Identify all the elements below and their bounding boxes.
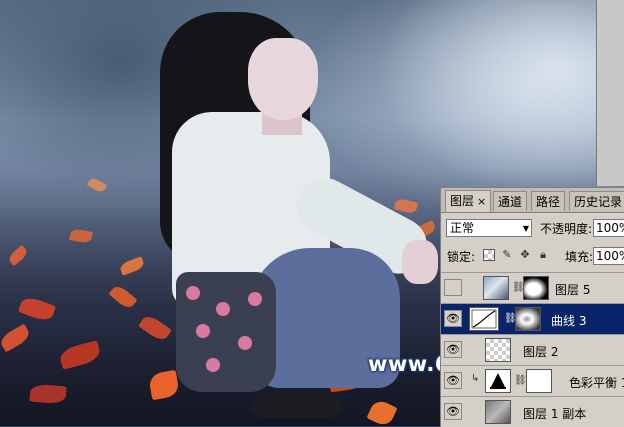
blend-mode-select[interactable]: 正常 ▼ xyxy=(446,219,532,237)
layer-name: 图层 1 副本 xyxy=(523,407,587,421)
layer-row[interactable]: 👁︎ ⛓ 曲线 3 xyxy=(441,303,624,334)
layer-thumbnail xyxy=(483,276,509,300)
window-edge xyxy=(596,0,624,186)
layer-name: 图层 5 xyxy=(555,283,591,297)
layer-thumbnail xyxy=(485,338,511,362)
layer-name: 曲线 3 xyxy=(551,314,587,328)
tab-history-label: 历史记录 xyxy=(574,195,623,209)
eye-icon[interactable]: 👁︎ xyxy=(444,372,462,389)
skirt-flower xyxy=(206,358,220,372)
eye-icon[interactable]: 👁︎ xyxy=(444,310,462,327)
tab-layers-label: 图层 xyxy=(450,194,475,208)
layer-row[interactable]: 👁︎ 图层 1 副本 xyxy=(441,396,624,427)
opacity-field[interactable]: 100% xyxy=(593,219,624,237)
layer-thumbnail xyxy=(485,400,511,424)
blend-mode-value: 正常 xyxy=(450,221,475,235)
tab-channels[interactable]: 通道 xyxy=(493,191,528,211)
layers-panel: 图层× 通道 路径 历史记录 正常 ▼ 不透明度: 100% 锁定: ✎ ✥ 🔒… xyxy=(440,187,624,427)
tab-paths-label: 路径 xyxy=(536,195,561,209)
curves-graph-icon xyxy=(471,309,497,329)
skirt-flower xyxy=(238,336,252,350)
padlock-icon[interactable]: 🔒︎ xyxy=(537,249,549,261)
layer-row[interactable]: ⛓ 图层 5 xyxy=(441,272,624,303)
checker-lock-icon[interactable] xyxy=(483,249,495,261)
layer-row[interactable]: 👁︎ 图层 2 xyxy=(441,334,624,365)
face xyxy=(248,38,318,120)
lock-label: 锁定: xyxy=(447,250,476,264)
opacity-label: 不透明度: xyxy=(540,222,593,236)
move-icon[interactable]: ✥ xyxy=(519,249,531,261)
eye-icon[interactable]: 👁︎ xyxy=(444,341,462,358)
layer-row[interactable]: 👁︎ ↳ ⛓ 色彩平衡 1 xyxy=(441,365,624,396)
chain-link-icon[interactable]: ⛓ xyxy=(514,375,527,386)
shoe xyxy=(252,392,342,418)
tab-history[interactable]: 历史记录 xyxy=(569,191,624,211)
visibility-toggle[interactable] xyxy=(444,279,462,296)
tab-channels-label: 通道 xyxy=(498,195,523,209)
hand xyxy=(402,240,438,284)
skirt xyxy=(176,272,276,392)
clipping-arrow-icon: ↳ xyxy=(471,373,480,384)
close-icon[interactable]: × xyxy=(477,195,486,208)
curves-adjustment-icon xyxy=(469,307,499,331)
fill-label: 填充: xyxy=(565,250,594,264)
fill-field[interactable]: 100% xyxy=(593,247,624,265)
color-balance-adjustment-icon xyxy=(485,369,511,393)
skirt-flower xyxy=(216,302,230,316)
skirt-flower xyxy=(186,286,200,300)
panel-tab-bar: 图层 × 通道 路径 历史记录 xyxy=(441,188,624,213)
layer-name: 色彩平衡 1 xyxy=(569,376,624,390)
balance-scale-icon xyxy=(490,373,506,389)
skirt-flower xyxy=(248,292,262,306)
layer-mask-thumbnail[interactable] xyxy=(523,276,549,300)
layer-mask-thumbnail[interactable] xyxy=(515,307,541,331)
layer-name: 图层 2 xyxy=(523,345,559,359)
layer-mask-thumbnail[interactable] xyxy=(526,369,552,393)
eye-icon[interactable]: 👁︎ xyxy=(444,403,462,420)
brush-icon[interactable]: ✎ xyxy=(501,249,513,261)
chevron-down-icon: ▼ xyxy=(522,224,529,233)
tab-layers[interactable]: 图层 × xyxy=(445,190,492,212)
skirt-flower xyxy=(196,324,210,338)
tab-paths[interactable]: 路径 xyxy=(531,191,566,211)
